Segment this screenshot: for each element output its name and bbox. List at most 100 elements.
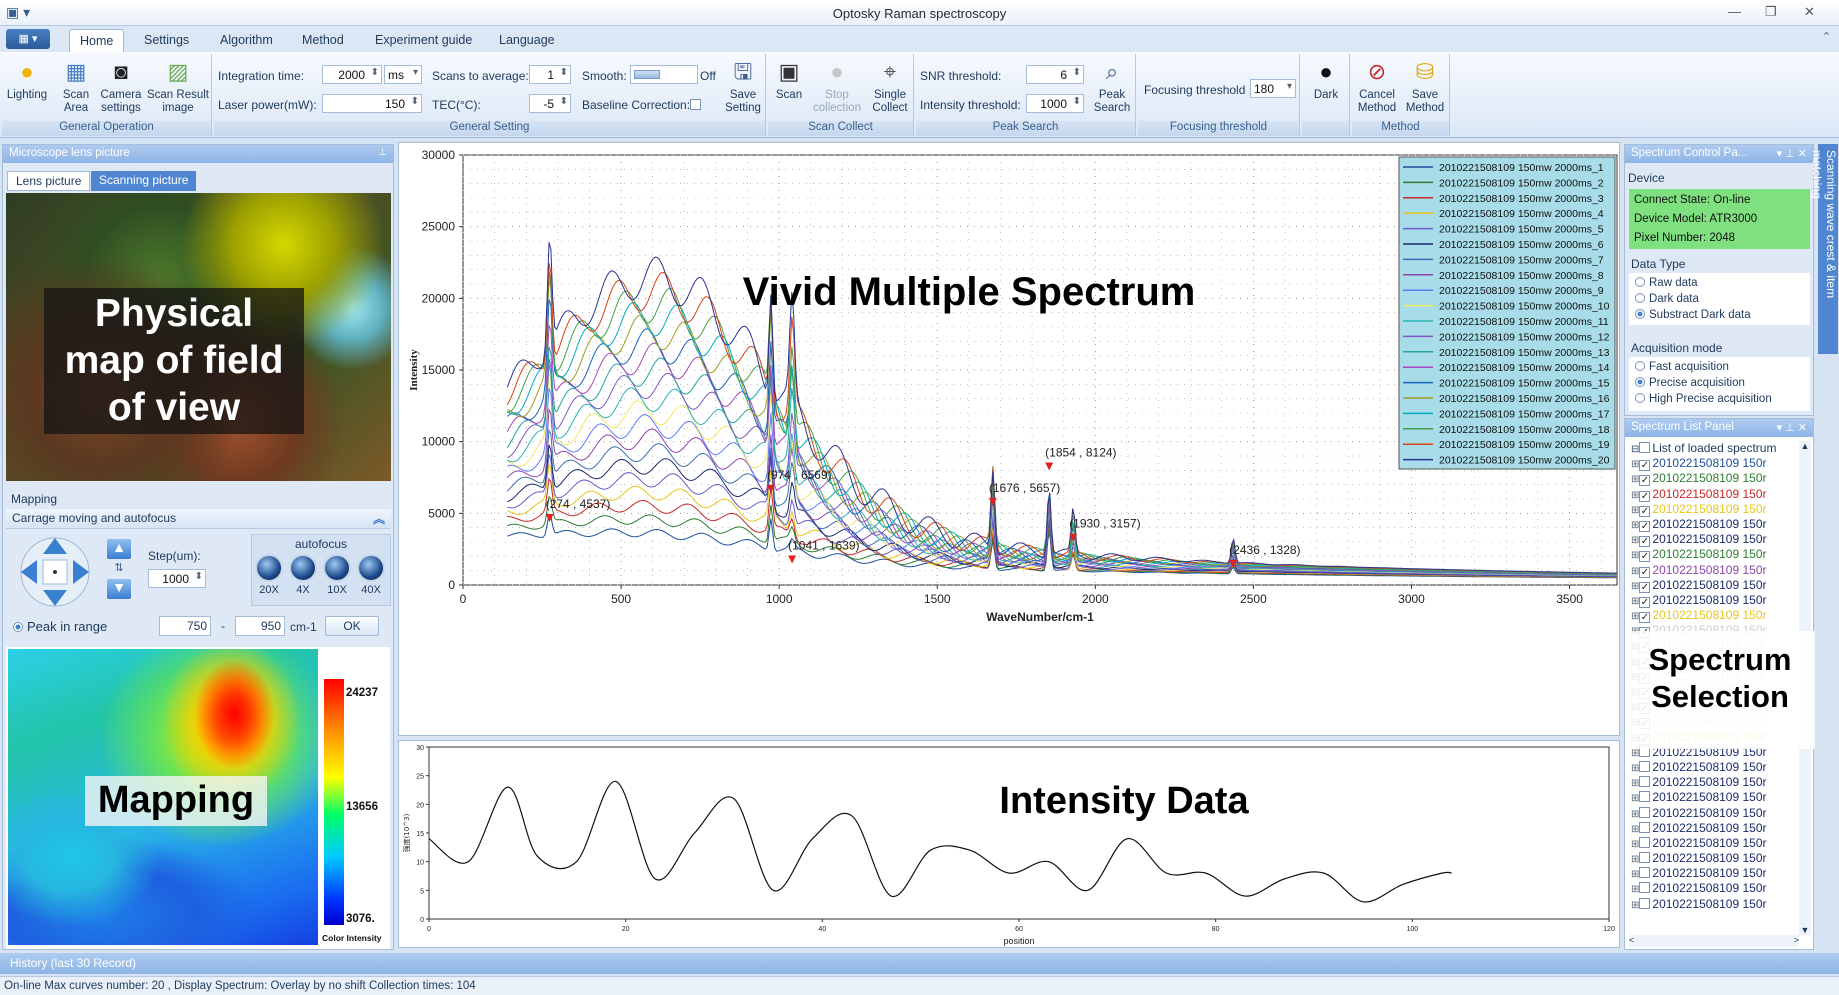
restore-icon[interactable]: ❐ — [1765, 4, 1777, 20]
scan-button[interactable]: ▣ Scan — [772, 58, 806, 102]
spectrum-checkbox[interactable]: ✓ — [1639, 505, 1651, 517]
zoom-10x-button[interactable]: 10X — [321, 554, 353, 596]
minimize-icon[interactable]: — — [1728, 4, 1741, 19]
fast-acquisition-radio[interactable]: Fast acquisition — [1635, 359, 1804, 375]
peak-from-input[interactable]: 750 — [159, 616, 211, 636]
panel-close-icon[interactable]: ▾ ⊥ ✕ — [1777, 147, 1807, 160]
spectrum-checkbox[interactable]: ✓ — [1639, 536, 1651, 548]
intensity-threshold-input[interactable]: 1000 — [1026, 94, 1084, 113]
dark-data-radio[interactable]: Dark data — [1635, 291, 1804, 307]
expand-icon[interactable]: ⊞ — [1631, 900, 1639, 911]
scan-area-button[interactable]: ▦ Scan Area — [56, 58, 96, 115]
expand-icon[interactable]: ⊞ — [1631, 596, 1639, 607]
spectrum-list-item[interactable]: ⊞ 2010221508109 150r — [1631, 851, 1797, 866]
spectrum-checkbox[interactable] — [1639, 836, 1651, 848]
expand-icon[interactable]: ⊞ — [1631, 869, 1639, 880]
app-menu-button[interactable]: ▦ ▾ — [6, 29, 50, 49]
tab-language[interactable]: Language — [489, 29, 565, 52]
list-close-icon[interactable]: ▾ ⊥ ✕ — [1777, 421, 1807, 434]
substract-dark-radio[interactable]: Substract Dark data — [1635, 307, 1804, 323]
zoom-20x-button[interactable]: 20X — [253, 554, 285, 596]
focusing-threshold-select[interactable]: 180 — [1250, 79, 1296, 98]
expand-icon[interactable]: ⊞ — [1631, 763, 1639, 774]
expand-icon[interactable]: ⊞ — [1631, 748, 1639, 759]
expand-icon[interactable]: ⊞ — [1631, 884, 1639, 895]
expand-icon[interactable]: ⊞ — [1631, 854, 1639, 865]
scan-result-image-button[interactable]: ▨ Scan Result image — [146, 58, 210, 115]
tab-algorithm[interactable]: Algorithm — [210, 29, 283, 52]
scans-average-input[interactable]: 1 — [529, 65, 571, 84]
expand-icon[interactable]: ⊞ — [1631, 505, 1639, 516]
laser-power-input[interactable]: 150 — [322, 94, 422, 113]
spectrum-checkbox[interactable] — [1639, 791, 1651, 803]
tab-home[interactable]: Home — [69, 29, 125, 52]
intensity-chart[interactable]: 0 20 40 60 80 100 120 0 5 10 15 20 25 30 position 强度(10… — [399, 741, 1619, 947]
tab-settings[interactable]: Settings — [134, 29, 199, 52]
spectrum-list-item[interactable]: ⊞ 2010221508109 150r — [1631, 775, 1797, 790]
raw-data-radio[interactable]: Raw data — [1635, 275, 1804, 291]
spectrum-list-item[interactable]: ⊞✓2010221508109 150r — [1631, 578, 1797, 593]
expand-icon[interactable]: ⊞ — [1631, 839, 1639, 850]
expand-icon[interactable]: ⊞ — [1631, 778, 1639, 789]
expand-icon[interactable]: ⊞ — [1631, 520, 1639, 531]
expand-icon[interactable]: ⊞ — [1631, 581, 1639, 592]
spectrum-list-item[interactable]: ⊞✓2010221508109 150r — [1631, 547, 1797, 563]
camera-settings-button[interactable]: ◙ Camera settings — [98, 58, 144, 115]
spectrum-checkbox[interactable]: ✓ — [1639, 581, 1651, 593]
cancel-method-button[interactable]: ⊘ Cancel Method — [1354, 58, 1400, 115]
tree-root[interactable]: ⊟ List of loaded spectrum — [1631, 441, 1797, 456]
close-icon[interactable]: ✕ — [1804, 4, 1815, 20]
spectrum-list-item[interactable]: ⊞ 2010221508109 150r — [1631, 806, 1797, 821]
list-hscrollbar[interactable]: < > — [1629, 935, 1799, 947]
tab-method[interactable]: Method — [292, 29, 354, 52]
spectrum-checkbox[interactable] — [1639, 806, 1651, 818]
tab-lens-picture[interactable]: Lens picture — [7, 171, 91, 191]
collapse-icon[interactable]: ︽ — [373, 510, 385, 527]
spectrum-checkbox[interactable]: ✓ — [1639, 612, 1651, 624]
spectrum-list-item[interactable]: ⊞ 2010221508109 150r — [1631, 760, 1797, 775]
spectrum-checkbox[interactable] — [1639, 852, 1651, 864]
spectrum-list-item[interactable]: ⊞✓2010221508109 150r — [1631, 517, 1797, 532]
expand-icon[interactable]: ⊞ — [1631, 459, 1639, 470]
expand-icon[interactable]: ⊞ — [1631, 566, 1639, 577]
tab-experiment-guide[interactable]: Experiment guide — [365, 29, 482, 52]
spectrum-list-item[interactable]: ⊞✓2010221508109 150r — [1631, 487, 1797, 502]
spectrum-list-item[interactable]: ⊞ 2010221508109 150r — [1631, 836, 1797, 851]
peak-search-button[interactable]: ⌕ Peak Search — [1092, 58, 1132, 115]
spectrum-checkbox[interactable]: ✓ — [1639, 475, 1651, 487]
peak-to-input[interactable]: 950 — [235, 616, 285, 636]
expand-icon[interactable]: ⊞ — [1631, 490, 1639, 501]
dark-button[interactable]: ● Dark — [1306, 58, 1346, 102]
spectrum-list-item[interactable]: ⊞ 2010221508109 150r — [1631, 881, 1797, 896]
pin-icon[interactable]: ⊥ — [378, 147, 387, 158]
spectrum-list-item[interactable]: ⊞ 2010221508109 150r — [1631, 897, 1797, 912]
zoom-4x-button[interactable]: 4X — [287, 554, 319, 596]
spectrum-checkbox[interactable] — [1639, 867, 1651, 879]
snr-input[interactable]: 6 — [1026, 65, 1084, 84]
spectrum-list-item[interactable]: ⊞ 2010221508109 150r — [1631, 866, 1797, 881]
baseline-checkbox[interactable] — [690, 99, 701, 110]
spectrum-list-item[interactable]: ⊞✓2010221508109 150r — [1631, 502, 1797, 517]
spectrum-list-item[interactable]: ⊞✓2010221508109 150r — [1631, 563, 1797, 578]
spectrum-checkbox[interactable]: ✓ — [1639, 566, 1651, 578]
precise-acquisition-radio[interactable]: Precise acquisition — [1635, 375, 1804, 391]
step-input[interactable]: 1000 — [148, 569, 206, 588]
expand-icon[interactable]: ⊞ — [1631, 535, 1639, 546]
peak-in-range-radio[interactable]: Peak in range — [13, 619, 107, 634]
spectrum-list-item[interactable]: ⊞ 2010221508109 150r — [1631, 790, 1797, 805]
spectrum-list-item[interactable]: ⊞✓2010221508109 150r — [1631, 456, 1797, 472]
direction-pad[interactable] — [15, 534, 95, 610]
integration-unit-select[interactable]: ms — [384, 65, 422, 84]
history-bar[interactable]: History (last 30 Record) — [0, 953, 1839, 974]
spectrum-list-item[interactable]: ⊞✓2010221508109 150r — [1631, 532, 1797, 548]
spectrum-list-item[interactable]: ⊞ 2010221508109 150r — [1631, 821, 1797, 836]
lighting-button[interactable]: ● Lighting — [6, 58, 48, 102]
spectrum-list-item[interactable]: ⊞✓2010221508109 150r — [1631, 608, 1797, 624]
tec-input[interactable]: -5 — [529, 94, 571, 113]
spectrum-list-item[interactable]: ⊞✓2010221508109 150r — [1631, 471, 1797, 487]
ribbon-collapse-icon[interactable]: ⌃ — [1822, 30, 1831, 43]
spectrum-checkbox[interactable] — [1639, 882, 1651, 894]
z-up-button[interactable]: ▲ — [107, 539, 131, 559]
side-tab-wave-crest[interactable]: Scanning wave crest & item matching — [1810, 144, 1838, 354]
root-checkbox[interactable] — [1639, 442, 1651, 453]
